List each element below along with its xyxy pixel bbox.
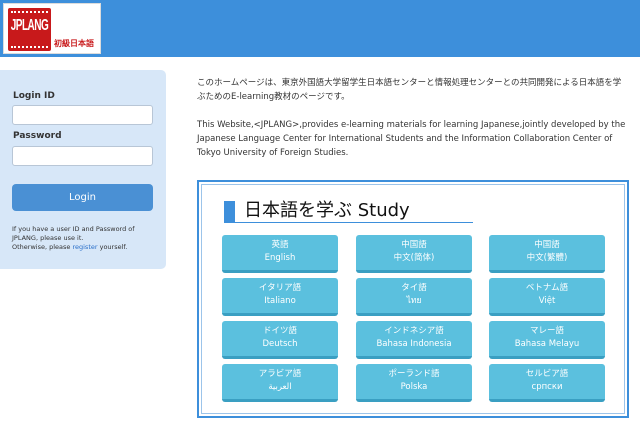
language-native-label: アラビア語 xyxy=(258,369,302,379)
jplang-logo[interactable]: JPLANG 初級日本語 xyxy=(3,3,101,54)
seal-top-ornament xyxy=(11,11,48,16)
language-native-label: 中国語 xyxy=(534,240,560,250)
language-native-label: セルビア語 xyxy=(525,369,569,379)
language-name-label: ไทย xyxy=(406,296,422,306)
language-name-label: العربية xyxy=(268,382,292,392)
language-button-italian[interactable]: イタリア語 Italiano xyxy=(222,278,338,316)
language-name-label: Bahasa Melayu xyxy=(514,339,580,349)
intro-japanese: このホームページは、東京外国語大学留学生日本語センターと情報処理センターとの共同… xyxy=(197,78,622,102)
language-native-label: タイ語 xyxy=(401,283,427,293)
language-button-vietnamese[interactable]: ベトナム語 Việt xyxy=(489,278,605,316)
language-name-label: English xyxy=(264,253,296,263)
language-button-polish[interactable]: ポーランド語 Polska xyxy=(356,364,472,402)
login-note-prefix: Otherwise, please xyxy=(12,243,73,251)
language-native-label: ベトナム語 xyxy=(525,283,569,293)
language-native-label: 中国語 xyxy=(401,240,427,250)
login-note-suffix: yourself. xyxy=(97,243,128,251)
study-title: 日本語を学ぶ Study xyxy=(244,200,410,221)
password-input[interactable] xyxy=(12,146,153,166)
language-native-label: ポーランド語 xyxy=(388,369,440,379)
login-note: If you have a user ID and Password of JP… xyxy=(12,225,162,252)
language-native-label: マレー語 xyxy=(529,326,564,336)
study-title-marker xyxy=(224,201,235,222)
seal-bottom-ornament xyxy=(11,43,48,48)
logo-mark-text: JPLANG xyxy=(10,17,49,35)
language-button-chinese-simplified[interactable]: 中国語 中文(简体) xyxy=(356,235,472,273)
logo-seal: JPLANG xyxy=(8,8,51,51)
language-native-label: ドイツ語 xyxy=(262,326,297,336)
top-header: JPLANG 初級日本語 xyxy=(0,0,640,57)
login-panel: Login ID Password Login If you have a us… xyxy=(0,70,166,269)
language-name-label: Deutsch xyxy=(262,339,298,349)
login-note-line1: If you have a user ID and Password of JP… xyxy=(12,225,135,242)
language-button-german[interactable]: ドイツ語 Deutsch xyxy=(222,321,338,359)
language-name-label: Polska xyxy=(400,382,428,392)
password-label: Password xyxy=(13,131,62,141)
register-link[interactable]: register xyxy=(72,243,97,251)
language-button-arabic[interactable]: アラビア語 العربية xyxy=(222,364,338,402)
logo-subtitle: 初級日本語 xyxy=(54,39,94,48)
language-name-label: Bahasa Indonesia xyxy=(376,339,452,349)
language-name-label: 中文(繁體) xyxy=(526,253,568,263)
language-button-serbian[interactable]: セルビア語 српски xyxy=(489,364,605,402)
language-name-label: 中文(简体) xyxy=(393,253,435,263)
language-name-label: Việt xyxy=(538,296,556,306)
login-id-input[interactable] xyxy=(12,105,153,125)
language-native-label: 英語 xyxy=(271,240,289,250)
study-panel-inner: 日本語を学ぶ Study 英語 English 中国語 中文(简体) 中国語 中… xyxy=(201,184,625,414)
language-button-chinese-traditional[interactable]: 中国語 中文(繁體) xyxy=(489,235,605,273)
language-button-indonesian[interactable]: インドネシア語 Bahasa Indonesia xyxy=(356,321,472,359)
language-button-malay[interactable]: マレー語 Bahasa Melayu xyxy=(489,321,605,359)
login-id-label: Login ID xyxy=(13,91,55,101)
language-button-thai[interactable]: タイ語 ไทย xyxy=(356,278,472,316)
language-name-label: Italiano xyxy=(264,296,296,306)
login-button[interactable]: Login xyxy=(12,184,153,211)
language-button-english[interactable]: 英語 English xyxy=(222,235,338,273)
language-native-label: イタリア語 xyxy=(258,283,302,293)
intro-english: This Website,<JPLANG>,provides e-learnin… xyxy=(197,120,626,158)
study-panel: 日本語を学ぶ Study 英語 English 中国語 中文(简体) 中国語 中… xyxy=(197,180,629,418)
study-title-underline xyxy=(224,222,473,223)
language-name-label: српски xyxy=(531,382,563,392)
language-native-label: インドネシア語 xyxy=(384,326,444,336)
